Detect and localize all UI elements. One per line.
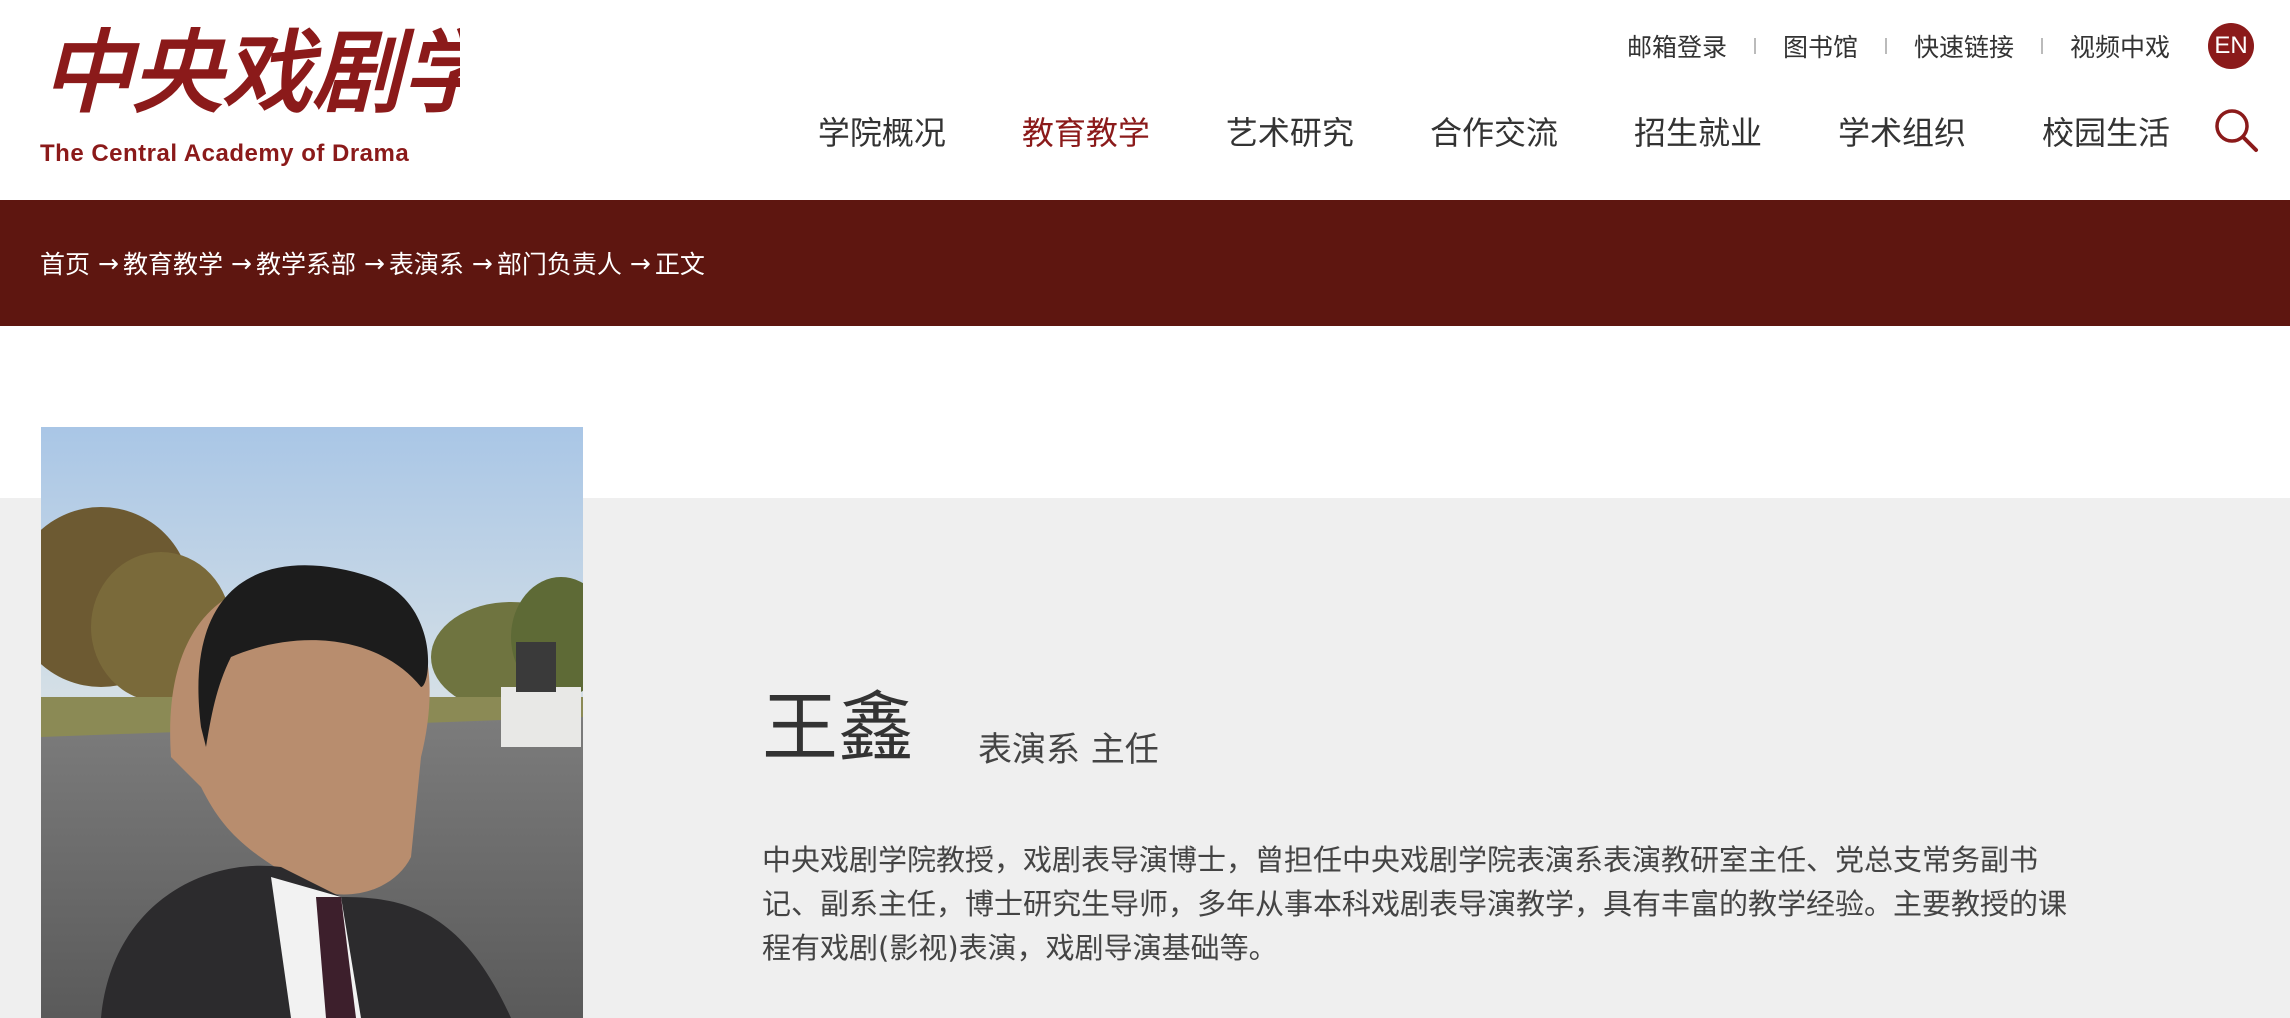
english-language-button[interactable]: EN — [2208, 23, 2254, 69]
main-nav: 学院概况 教育教学 艺术研究 合作交流 招生就业 学术组织 校园生活 — [742, 106, 2170, 156]
profile-role: 表演系 主任 — [978, 730, 1159, 770]
svg-text:中央戏剧学院: 中央戏剧学院 — [42, 20, 460, 124]
library-link[interactable]: 图书馆 — [1783, 28, 1858, 64]
nav-item-admissions[interactable]: 招生就业 — [1634, 108, 1762, 154]
video-link[interactable]: 视频中戏 — [2070, 28, 2170, 64]
arrow-right-icon: → — [629, 248, 651, 278]
profile-bio: 中央戏剧学院教授，戏剧表导演博士，曾担任中央戏剧学院表演系表演教研室主任、党总支… — [762, 843, 2068, 965]
logo-calligraphy: 中央戏剧学院 — [42, 20, 460, 124]
nav-item-about[interactable]: 学院概况 — [818, 108, 946, 154]
nav-item-education[interactable]: 教育教学 — [1022, 108, 1150, 154]
search-icon — [2215, 109, 2258, 152]
breadcrumb-education[interactable]: 教育教学 — [123, 245, 223, 281]
nav-item-research[interactable]: 艺术研究 — [1226, 108, 1354, 154]
mail-login-link[interactable]: 邮箱登录 — [1627, 28, 1727, 64]
profile-photo — [41, 427, 583, 1018]
search-button[interactable] — [2212, 106, 2260, 154]
divider — [1884, 38, 1887, 54]
divider — [2040, 38, 2043, 54]
logo-english-name: The Central Academy of Drama — [40, 140, 410, 167]
breadcrumb-home[interactable]: 首页 — [40, 245, 90, 281]
arrow-right-icon: → — [471, 248, 493, 278]
breadcrumb-acting-dept[interactable]: 表演系 — [389, 245, 464, 281]
utility-links: 邮箱登录 图书馆 快速链接 视频中戏 EN — [1627, 22, 2254, 70]
arrow-right-icon: → — [230, 248, 252, 278]
breadcrumb-dept-heads[interactable]: 部门负责人 — [497, 245, 622, 281]
nav-item-campus-life[interactable]: 校园生活 — [2042, 108, 2170, 154]
breadcrumb-departments[interactable]: 教学系部 — [256, 245, 356, 281]
quick-links-link[interactable]: 快速链接 — [1914, 28, 2014, 64]
portrait-illustration — [41, 427, 583, 1018]
breadcrumb-current: 正文 — [654, 250, 705, 279]
arrow-right-icon: → — [98, 248, 119, 278]
divider — [1753, 38, 1756, 54]
site-logo[interactable]: 中央戏剧学院 The Central Academy of Drama — [40, 12, 470, 167]
nav-item-academic-org[interactable]: 学术组织 — [1838, 108, 1966, 154]
nav-item-cooperation[interactable]: 合作交流 — [1430, 108, 1558, 154]
arrow-right-icon: → — [363, 248, 385, 278]
site-header: 中央戏剧学院 The Central Academy of Drama 邮箱登录… — [0, 0, 2290, 200]
breadcrumb: 首页 → 教育教学 → 教学系部 → 表演系 → 部门负责人 → 正文 — [0, 200, 2290, 326]
profile-name: 王鑫 — [762, 683, 914, 772]
